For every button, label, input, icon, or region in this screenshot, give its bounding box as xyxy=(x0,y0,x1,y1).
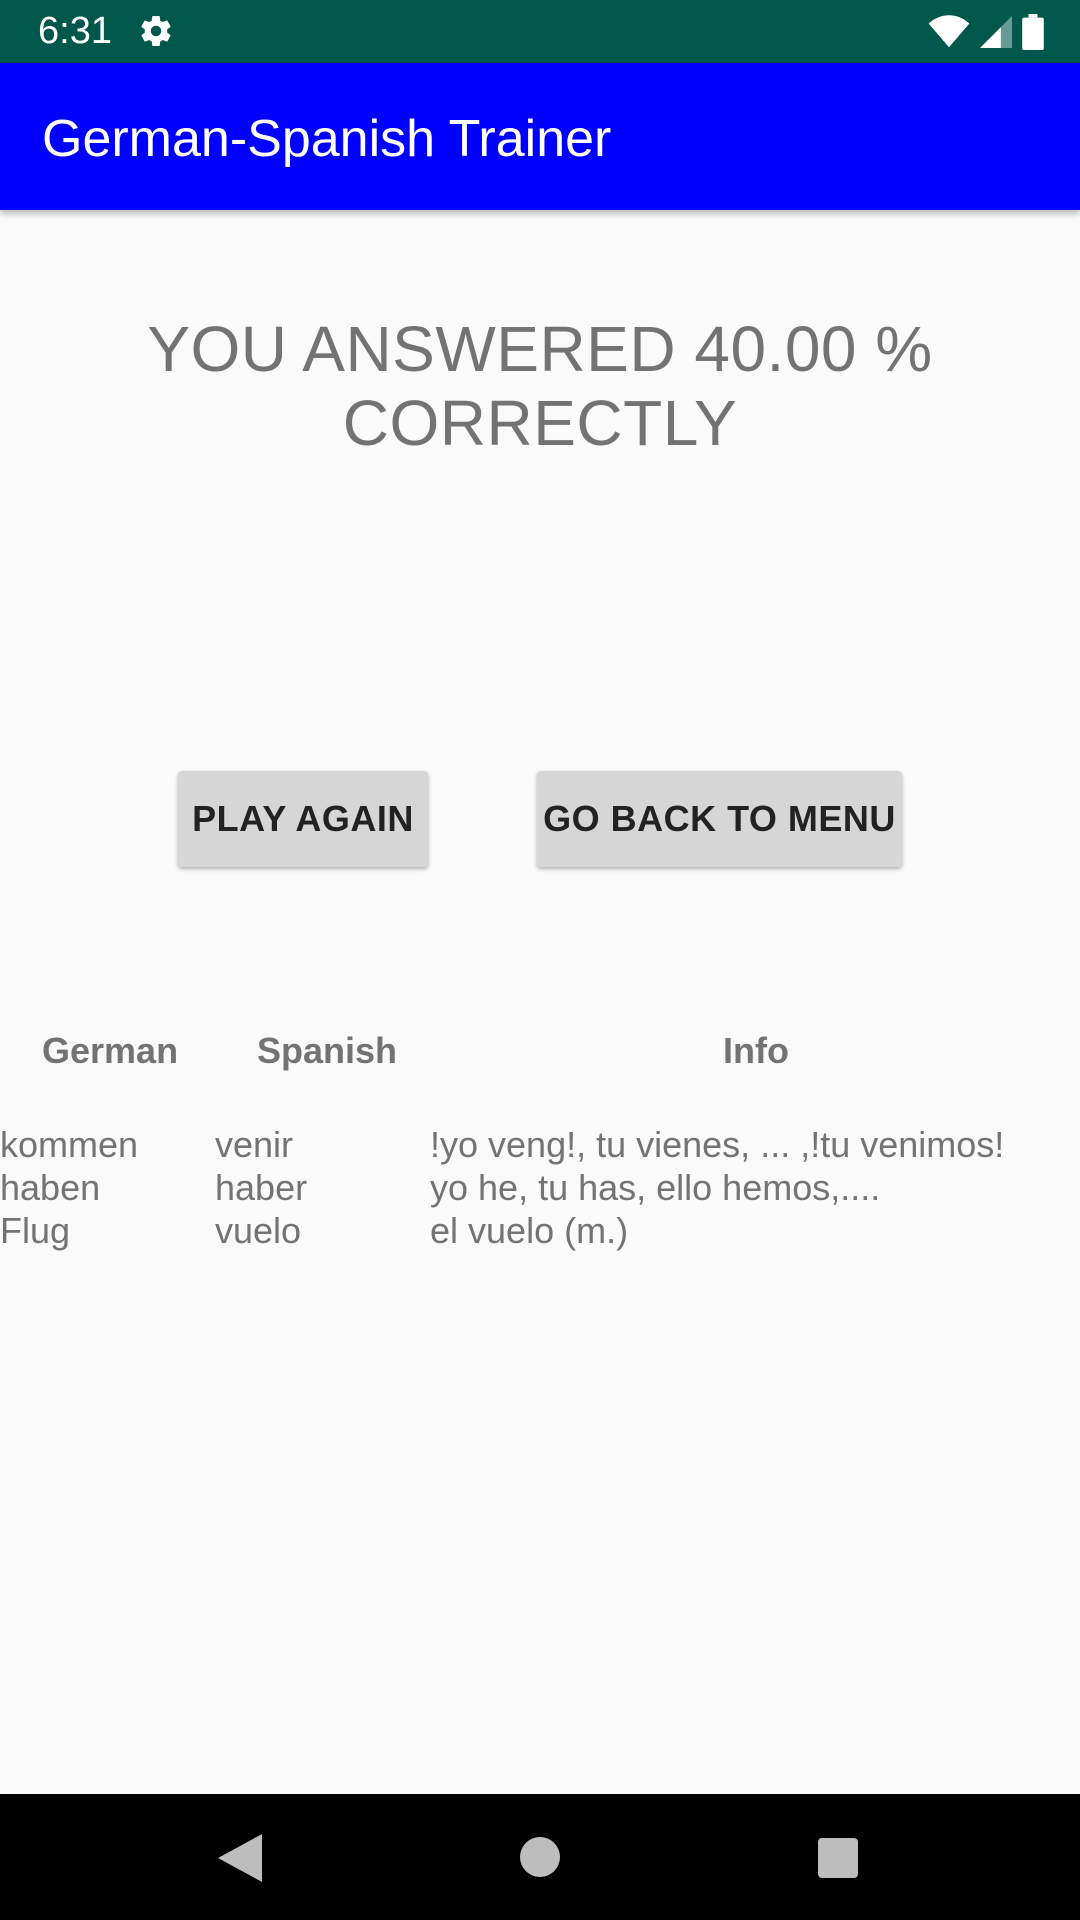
signal-icon xyxy=(980,16,1012,48)
info-column: !yo veng!, tu vienes, ... ,!tu venimos! … xyxy=(430,1123,1004,1252)
table-cell-info: yo he, tu has, ello hemos,.... xyxy=(430,1167,881,1208)
german-column: kommen haben Flug xyxy=(0,1123,138,1252)
table-cell-german: kommen xyxy=(0,1124,139,1165)
navigation-bar xyxy=(0,1794,1080,1920)
table-cell-spanish: haber xyxy=(215,1167,308,1208)
table-cell-spanish: venir xyxy=(215,1124,294,1165)
table-cell-german: Flug xyxy=(0,1210,71,1251)
home-icon[interactable] xyxy=(520,1837,560,1877)
status-icons xyxy=(928,12,1044,52)
back-icon[interactable] xyxy=(218,1834,262,1882)
play-again-button[interactable]: PLAY AGAIN xyxy=(178,771,428,867)
spanish-column: venir haber vuelo xyxy=(215,1123,307,1252)
battery-icon xyxy=(1022,14,1044,50)
app-title: German-Spanish Trainer xyxy=(42,110,612,168)
table-cell-info: !yo veng!, tu vienes, ... ,!tu venimos! xyxy=(430,1124,1005,1165)
table-cell-german: haben xyxy=(0,1167,101,1208)
gear-icon xyxy=(141,16,171,47)
app-bar: German-Spanish Trainer xyxy=(0,63,1080,210)
status-bar: 6:31 xyxy=(0,0,1080,63)
header-info: Info xyxy=(723,1030,789,1071)
result-text: YOU ANSWERED 40.00 % CORRECTLY xyxy=(147,313,933,459)
header-spanish: Spanish xyxy=(257,1030,398,1071)
header-german: German xyxy=(42,1030,179,1071)
go-back-to-menu-button[interactable]: GO BACK TO MENU xyxy=(537,771,902,867)
recents-icon[interactable] xyxy=(818,1838,858,1878)
table-cell-spanish: vuelo xyxy=(215,1210,302,1251)
table-cell-info: el vuelo (m.) xyxy=(430,1210,629,1251)
wifi-icon xyxy=(928,15,970,48)
status-time: 6:31 xyxy=(38,10,112,52)
